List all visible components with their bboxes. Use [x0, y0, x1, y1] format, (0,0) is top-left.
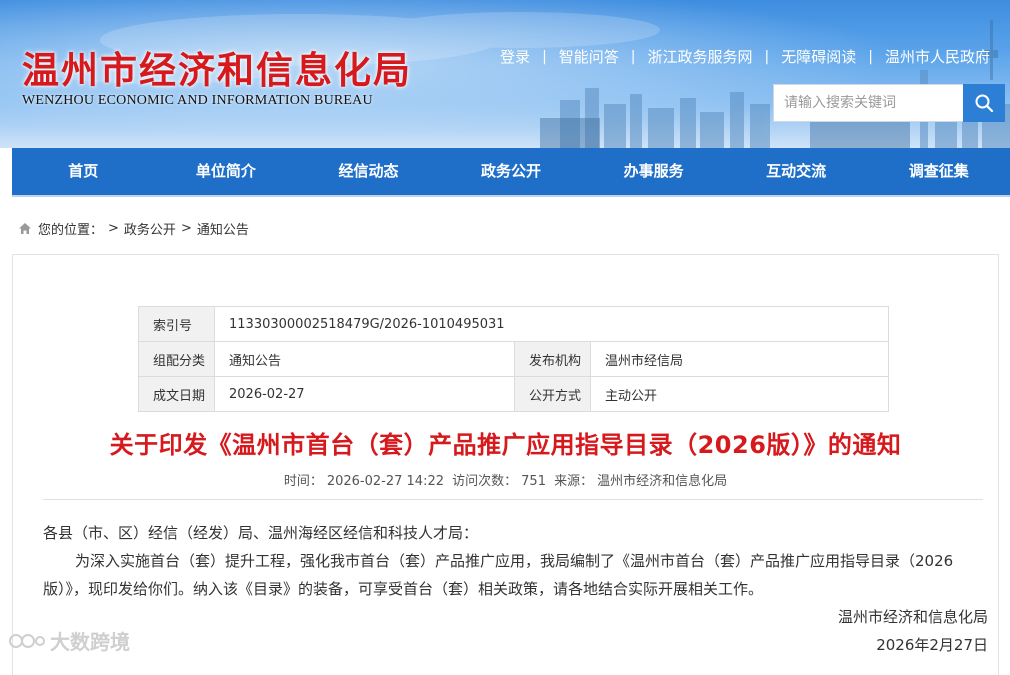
- index-value: 11330300002518479G/2026-1010495031: [214, 306, 889, 342]
- divider: [43, 499, 983, 500]
- accessibility-link[interactable]: 无障碍阅读: [769, 46, 868, 67]
- date-value: 2026-02-27: [214, 376, 515, 412]
- watermark: 大数跨境: [8, 626, 130, 655]
- watermark-text: 大数跨境: [50, 630, 130, 654]
- nav-services[interactable]: 办事服务: [582, 148, 725, 195]
- date-label: 成文日期: [138, 376, 215, 412]
- site-logo-title[interactable]: 温州市经济和信息化局: [22, 40, 412, 94]
- site-logo-subtitle: WENZHOU ECONOMIC AND INFORMATION BUREAU: [22, 93, 373, 108]
- breadcrumb-label: 您的位置：: [38, 223, 104, 238]
- publisher-value: 温州市经信局: [590, 341, 889, 377]
- sign-date: 2026年2月27日: [876, 636, 988, 654]
- source-label: 来源：: [554, 474, 594, 489]
- nav-about[interactable]: 单位简介: [155, 148, 298, 195]
- breadcrumb-item-gov-affairs[interactable]: 政务公开: [124, 219, 176, 238]
- views-label: 访问次数：: [452, 474, 518, 489]
- article-body: 各县（市、区）经信（经发）局、温州海经区经信和科技人才局： 为深入实施首台（套）…: [43, 519, 988, 659]
- search-box: [773, 84, 1005, 122]
- table-row: 索引号 11330300002518479G/2026-1010495031: [138, 306, 889, 342]
- search-input[interactable]: [773, 84, 963, 122]
- article-container: 索引号 11330300002518479G/2026-1010495031 组…: [12, 254, 999, 675]
- nav-home[interactable]: 首页: [12, 148, 155, 195]
- time-value: 2026-02-27 14:22: [326, 474, 444, 489]
- header-banner: 温州市经济和信息化局 WENZHOU ECONOMIC AND INFORMAT…: [0, 0, 1010, 148]
- open-method-label: 公开方式: [514, 376, 591, 412]
- breadcrumb-separator: >: [180, 221, 192, 236]
- category-value: 通知公告: [214, 341, 515, 377]
- table-row: 成文日期 2026-02-27 公开方式 主动公开: [138, 376, 889, 412]
- nav-news[interactable]: 经信动态: [297, 148, 440, 195]
- city-government-link[interactable]: 温州市人民政府: [873, 46, 1002, 67]
- table-row: 组配分类 通知公告 发布机构 温州市经信局: [138, 341, 889, 377]
- breadcrumb-separator: >: [108, 221, 119, 236]
- views-value: 751: [521, 474, 546, 489]
- watermark-logo-icon: [9, 633, 45, 648]
- article-info: 时间： 2026-02-27 14:22 访问次数： 751 来源： 温州市经济和信息…: [13, 470, 998, 489]
- signature: 温州市经济和信息化局: [837, 608, 988, 626]
- top-links: 登录 | 智能问答 | 浙江政务服务网 | 无障碍阅读 | 温州市人民政府: [488, 46, 1002, 67]
- open-method-value: 主动公开: [590, 376, 889, 412]
- time-label: 时间：: [283, 474, 323, 489]
- zhejiang-service-link[interactable]: 浙江政务服务网: [636, 46, 765, 67]
- home-icon[interactable]: [18, 222, 32, 235]
- nav-gov-affairs[interactable]: 政务公开: [440, 148, 583, 195]
- category-label: 组配分类: [138, 341, 215, 377]
- login-link[interactable]: 登录: [488, 46, 542, 67]
- search-icon: [975, 94, 994, 113]
- index-label: 索引号: [138, 306, 215, 342]
- publisher-label: 发布机构: [514, 341, 591, 377]
- nav-survey[interactable]: 调查征集: [867, 148, 1010, 195]
- source-value: 温州市经济和信息化局: [597, 474, 728, 489]
- breadcrumb: 您的位置： > 政务公开 > 通知公告: [18, 219, 249, 238]
- salutation: 各县（市、区）经信（经发）局、温州海经区经信和科技人才局：: [43, 524, 479, 542]
- article-title: 关于印发《温州市首台（套）产品推广应用指导目录（2026版）》的通知: [109, 431, 902, 459]
- nav-interaction[interactable]: 互动交流: [725, 148, 868, 195]
- article-meta-table: 索引号 11330300002518479G/2026-1010495031 组…: [138, 306, 889, 412]
- main-nav: 首页 单位简介 经信动态 政务公开 办事服务 互动交流 调查征集: [12, 148, 1010, 197]
- smart-qa-link[interactable]: 智能问答: [547, 46, 631, 67]
- search-button[interactable]: [963, 84, 1005, 122]
- breadcrumb-item-notices[interactable]: 通知公告: [197, 219, 249, 238]
- body-paragraph: 为深入实施首台（套）提升工程，强化我市首台（套）产品推广应用，我局编制了《温州市…: [43, 552, 954, 598]
